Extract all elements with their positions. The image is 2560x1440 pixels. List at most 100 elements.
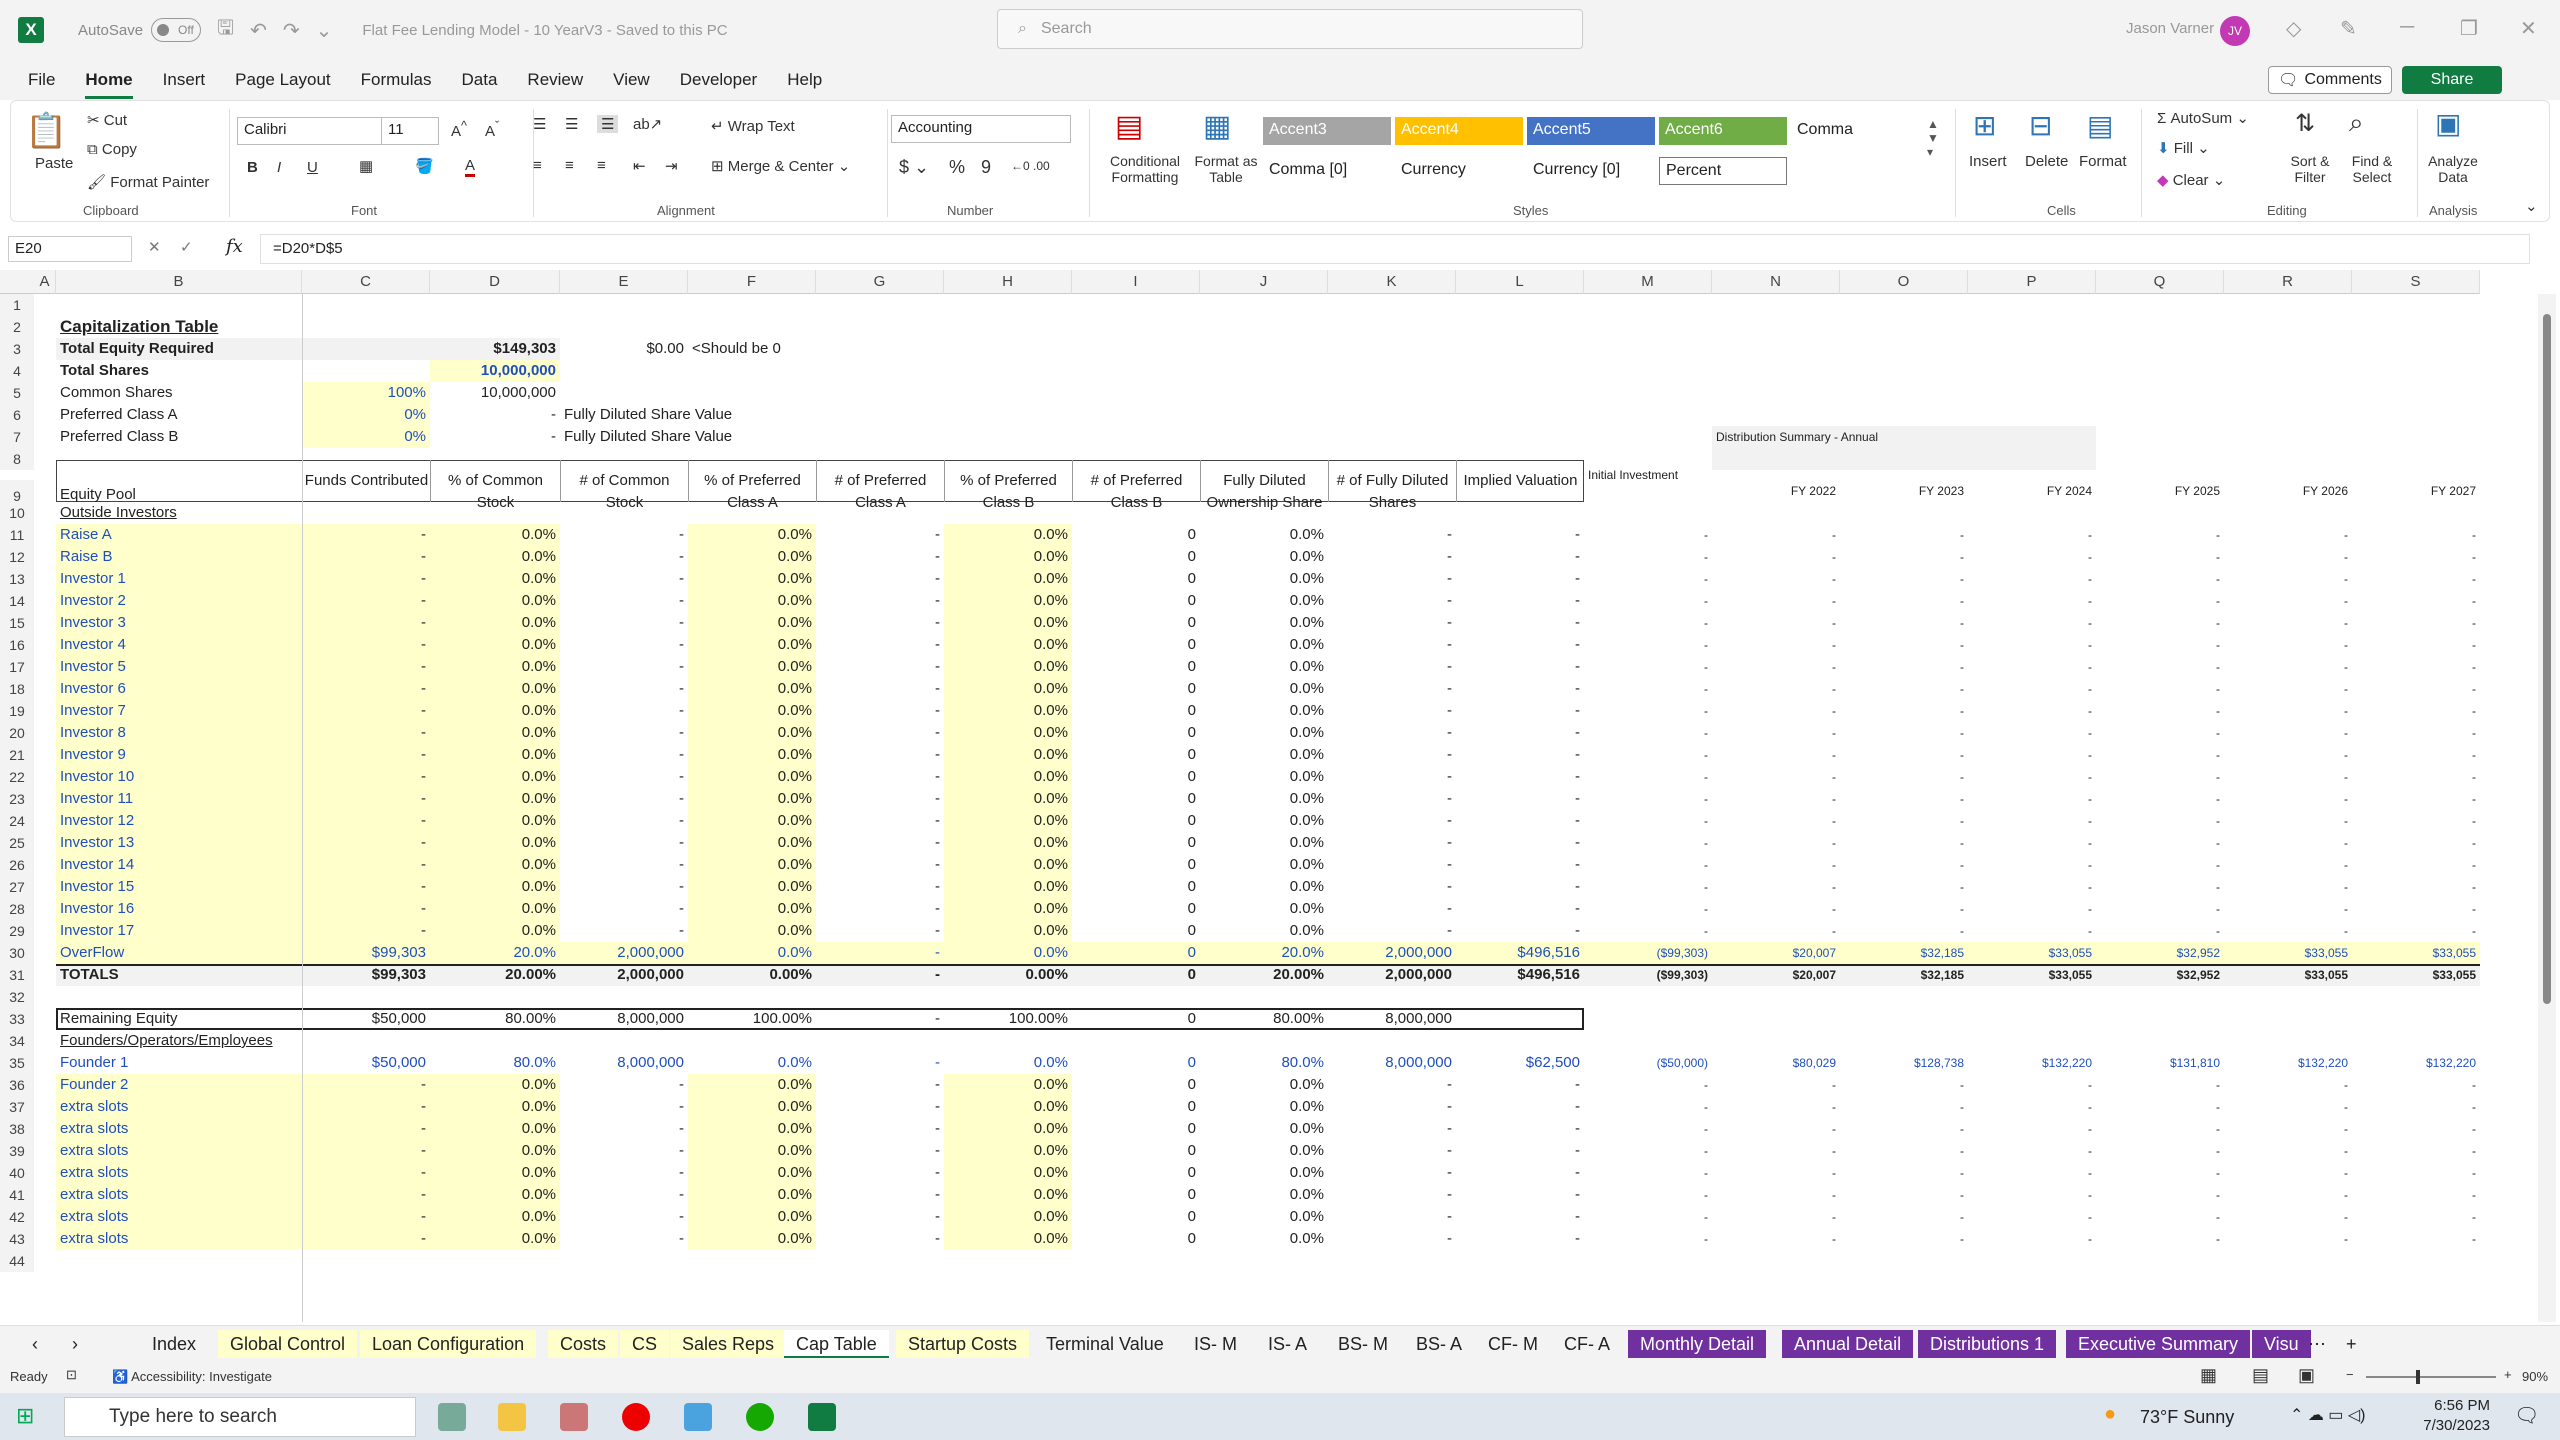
founder-cell[interactable]: - <box>816 1118 944 1140</box>
investor-cell[interactable]: 0.0% <box>688 612 816 634</box>
dist-cell[interactable]: - <box>1712 546 1840 568</box>
row-header[interactable]: 35 <box>0 1052 34 1074</box>
investor-cell[interactable]: 0.0% <box>688 788 816 810</box>
investor-name[interactable]: Investor 15 <box>56 876 302 898</box>
dist-cell[interactable]: - <box>1840 634 1968 656</box>
investor-cell[interactable]: 0.0% <box>1200 612 1328 634</box>
founder-cell[interactable]: 0 <box>1072 1162 1200 1184</box>
investor-cell[interactable]: - <box>560 920 688 942</box>
dist-summary-label[interactable]: Distribution Summary - Annual <box>1712 426 2096 470</box>
dist-cell[interactable]: - <box>2352 1118 2480 1140</box>
investor-cell[interactable]: 0 <box>1072 920 1200 942</box>
dist-cell[interactable]: - <box>1968 1140 2096 1162</box>
founder1-init[interactable]: ($50,000) <box>1584 1052 1712 1074</box>
column-header-B[interactable]: B <box>56 270 302 294</box>
investor-name[interactable]: Investor 11 <box>56 788 302 810</box>
investor-cell[interactable]: 0.0% <box>1200 920 1328 942</box>
founder1-cell[interactable]: 0 <box>1072 1052 1200 1074</box>
style-currency0[interactable]: Currency [0] <box>1527 157 1655 185</box>
founder-cell[interactable]: 0.0% <box>944 1096 1072 1118</box>
dist-cell[interactable]: - <box>1712 1140 1840 1162</box>
founder-cell[interactable]: - <box>560 1206 688 1228</box>
column-header-H[interactable]: H <box>944 270 1072 294</box>
dist-cell[interactable]: - <box>1968 876 2096 898</box>
column-header-J[interactable]: J <box>1200 270 1328 294</box>
investor-cell[interactable]: 0 <box>1072 700 1200 722</box>
bold-button[interactable]: B <box>247 159 258 176</box>
investor-cell[interactable]: 0.0% <box>430 656 560 678</box>
investor-cell[interactable]: 0.0% <box>688 656 816 678</box>
investor-cell[interactable]: 0 <box>1072 810 1200 832</box>
founder1-dist[interactable]: $132,220 <box>1968 1052 2096 1074</box>
sheet-tab[interactable]: CF- M <box>1476 1330 1550 1358</box>
dist-cell[interactable]: - <box>2096 832 2224 854</box>
investor-cell[interactable]: 0.0% <box>1200 766 1328 788</box>
investor-cell[interactable]: 0.0% <box>688 700 816 722</box>
founder1-dist[interactable]: $132,220 <box>2224 1052 2352 1074</box>
investor-cell[interactable]: 0 <box>1072 854 1200 876</box>
file-explorer-icon[interactable] <box>498 1403 526 1431</box>
founder-name[interactable]: Founder 2 <box>56 1074 302 1096</box>
remaining-cell[interactable]: 100.00% <box>944 1008 1072 1030</box>
decrease-indent-icon[interactable]: ⇤ <box>633 157 646 175</box>
dist-cell[interactable]: - <box>1968 612 2096 634</box>
column-heading[interactable]: Equity Pool <box>56 460 302 503</box>
dist-cell[interactable]: - <box>1968 546 2096 568</box>
dist-cell[interactable]: - <box>1968 920 2096 942</box>
restore-icon[interactable]: ❐ <box>2460 16 2478 41</box>
investor-name[interactable]: Investor 6 <box>56 678 302 700</box>
dist-cell[interactable]: - <box>1968 832 2096 854</box>
founder-cell[interactable]: 0.0% <box>688 1118 816 1140</box>
menu-view[interactable]: View <box>613 70 650 90</box>
investor-cell[interactable]: - <box>1456 854 1584 876</box>
fy-heading[interactable]: FY 2022 <box>1712 480 1840 502</box>
column-header-A[interactable]: A <box>34 270 56 294</box>
column-header-I[interactable]: I <box>1072 270 1200 294</box>
accessibility-status[interactable]: ♿ Accessibility: Investigate <box>112 1369 272 1385</box>
zoom-slider[interactable] <box>2366 1370 2496 1384</box>
dist-cell[interactable]: - <box>1840 876 1968 898</box>
founder-cell[interactable]: 0.0% <box>688 1228 816 1250</box>
dist-cell[interactable]: - <box>1968 634 2096 656</box>
dist-cell[interactable]: - <box>1968 1206 2096 1228</box>
founder-cell[interactable]: - <box>302 1074 430 1096</box>
upwork-icon[interactable] <box>746 1403 774 1431</box>
investor-cell[interactable]: - <box>560 722 688 744</box>
row-header[interactable]: 8 <box>0 448 34 470</box>
investor-cell[interactable]: - <box>560 678 688 700</box>
sheet-tab[interactable]: CS <box>620 1330 670 1358</box>
dist-cell[interactable]: - <box>1712 788 1840 810</box>
investor-name[interactable]: Investor 14 <box>56 854 302 876</box>
dist-cell[interactable]: - <box>1968 568 2096 590</box>
dist-cell[interactable]: - <box>1584 1162 1712 1184</box>
dist-cell[interactable]: - <box>1840 590 1968 612</box>
founder-cell[interactable]: 0 <box>1072 1118 1200 1140</box>
name-box[interactable]: E20 <box>8 236 132 262</box>
founder-cell[interactable]: - <box>816 1074 944 1096</box>
remaining-cell[interactable]: 80.00% <box>430 1008 560 1030</box>
founder-cell[interactable]: - <box>302 1118 430 1140</box>
investor-cell[interactable]: 0 <box>1072 612 1200 634</box>
dist-cell[interactable]: - <box>2096 524 2224 546</box>
investor-cell[interactable]: 0.0% <box>944 810 1072 832</box>
column-header-L[interactable]: L <box>1456 270 1584 294</box>
founder-cell[interactable]: - <box>1328 1228 1456 1250</box>
totals-valuation[interactable]: $496,516 <box>1456 964 1584 986</box>
dist-cell[interactable]: - <box>1712 744 1840 766</box>
overflow-dist[interactable]: $33,055 <box>2224 942 2352 964</box>
dist-cell[interactable]: - <box>1968 854 2096 876</box>
investor-cell[interactable]: - <box>302 920 430 942</box>
investor-cell[interactable]: - <box>816 832 944 854</box>
dist-cell[interactable]: - <box>2352 612 2480 634</box>
row-header[interactable]: 14 <box>0 590 34 612</box>
investor-cell[interactable]: 0.0% <box>944 678 1072 700</box>
investor-cell[interactable]: - <box>1328 656 1456 678</box>
founders-label[interactable]: Founders/Operators/Employees <box>56 1030 302 1052</box>
remaining-cell[interactable]: - <box>816 1008 944 1030</box>
comments-button[interactable]: 🗨 Comments <box>2268 66 2392 94</box>
founder-cell[interactable]: - <box>1328 1140 1456 1162</box>
grow-font-icon[interactable]: A^ <box>451 119 467 140</box>
remaining-cell[interactable]: $50,000 <box>302 1008 430 1030</box>
investor-cell[interactable]: 0.0% <box>1200 744 1328 766</box>
investor-cell[interactable]: 0.0% <box>430 744 560 766</box>
